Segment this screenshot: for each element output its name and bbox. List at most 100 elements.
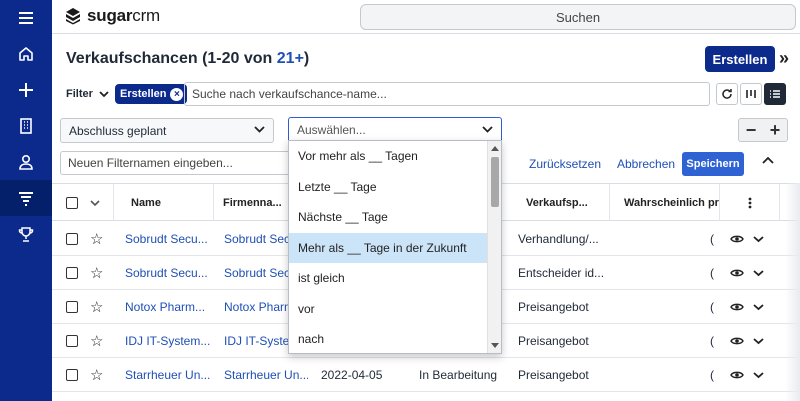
sugar-cube-icon — [66, 8, 80, 25]
filter-name-input[interactable]: Neuen Filternamen eingeben... — [60, 151, 290, 175]
probability-cell: ( — [710, 232, 714, 246]
scroll-fade — [785, 183, 800, 401]
preview-eye-icon[interactable] — [730, 324, 744, 358]
sales-stage-cell: Entscheider id... — [518, 266, 605, 280]
create-button[interactable]: Erstellen — [705, 46, 775, 72]
chevron-down-icon — [254, 126, 265, 133]
favorite-star-icon[interactable]: ☆ — [90, 324, 103, 358]
field-select[interactable]: Abschluss geplant — [60, 118, 274, 143]
opportunity-name-link[interactable]: IDJ IT-System... — [125, 324, 210, 358]
opportunity-name-link[interactable]: Starrheuer Un... — [125, 358, 210, 392]
column-header-sales-stage[interactable]: Verkaufsp... — [510, 184, 610, 221]
probability-cell: ( — [710, 334, 714, 348]
dropdown-option[interactable]: Mehr als __ Tage in der Zukunft — [289, 232, 487, 263]
building-icon[interactable] — [0, 108, 52, 144]
home-icon[interactable] — [0, 36, 52, 72]
search-input[interactable]: Suche nach verkaufschance-name... — [184, 82, 710, 106]
expand-panel-icon[interactable]: » — [779, 48, 789, 69]
cancel-link[interactable]: Abbrechen — [617, 157, 675, 171]
row-checkbox-cell — [66, 324, 78, 358]
column-header-name[interactable]: Name — [114, 184, 214, 221]
table-row[interactable]: ☆ Starrheuer Un... Starrheuer Un... 2022… — [52, 358, 800, 392]
opportunity-name-link[interactable]: Notox Pharm... — [125, 290, 210, 324]
preview-eye-icon[interactable] — [730, 256, 744, 290]
sales-stage-cell: Preisangebot — [518, 300, 589, 314]
dropdown-scrollbar[interactable] — [487, 141, 501, 353]
status-cell: In Bearbeitung — [419, 368, 498, 382]
row-actions-chevron-down-icon[interactable] — [753, 290, 764, 324]
plus-icon[interactable] — [0, 72, 52, 108]
page-title: Verkaufschancen (1-20 von 21+) — [66, 50, 310, 67]
row-checkbox[interactable] — [66, 267, 78, 279]
opportunity-name-link[interactable]: Sobrudt Secu... — [125, 222, 210, 256]
probability-cell: ( — [710, 300, 714, 314]
chevron-down-icon — [99, 91, 109, 98]
row-actions-chevron-down-icon[interactable] — [753, 324, 764, 358]
favorite-star-icon[interactable]: ☆ — [90, 290, 103, 324]
row-checkbox[interactable] — [66, 369, 78, 381]
top-bar: sugarcrm Suchen — [52, 0, 800, 34]
sales-stage-cell: Verhandlung/... — [518, 232, 599, 246]
dropdown-option[interactable]: nach — [289, 324, 487, 353]
favorite-star-icon[interactable]: ☆ — [90, 256, 103, 290]
scrollbar-thumb[interactable] — [491, 157, 499, 207]
select-all-checkbox[interactable] — [66, 196, 78, 209]
reset-link[interactable]: Zurücksetzen — [529, 157, 601, 171]
preview-eye-icon[interactable] — [730, 290, 744, 324]
row-checkbox-cell — [66, 222, 78, 256]
probability-cell: ( — [710, 368, 714, 382]
column-header-probability[interactable]: Wahrscheinlich pro — [610, 184, 720, 221]
remove-filter-row-button[interactable]: − — [739, 119, 763, 141]
row-checkbox[interactable] — [66, 335, 78, 347]
probability-cell: ( — [710, 266, 714, 280]
row-checkbox[interactable] — [66, 233, 78, 245]
dropdown-option[interactable]: Vor mehr als __ Tagen — [289, 141, 487, 172]
preview-eye-icon[interactable] — [730, 358, 744, 392]
row-checkbox-cell — [66, 256, 78, 290]
close-date-cell: 2022-04-05 — [321, 368, 383, 382]
trophy-icon[interactable] — [0, 216, 52, 252]
close-icon[interactable]: × — [170, 87, 184, 101]
operator-dropdown-list: Vor mehr als __ Tagen Letzte __ Tage Nächs… — [288, 140, 502, 354]
chevron-up-icon[interactable] — [762, 156, 774, 165]
dropdown-option[interactable]: Nächste __ Tage — [289, 202, 487, 233]
row-checkbox[interactable] — [66, 301, 78, 313]
refresh-icon[interactable] — [716, 83, 738, 105]
chevron-down-icon[interactable] — [90, 199, 100, 207]
row-checkbox-cell — [66, 358, 78, 392]
filter-row-controls: − + — [738, 118, 788, 142]
sugarcrm-logo[interactable]: sugarcrm — [64, 6, 160, 26]
row-checkbox-cell — [66, 290, 78, 324]
filter-pill[interactable]: Erstellen × — [115, 84, 188, 104]
user-icon[interactable] — [0, 144, 52, 180]
menu-icon[interactable] — [0, 0, 52, 36]
logo-text: sugarcrm — [87, 6, 161, 25]
row-actions-chevron-down-icon[interactable] — [753, 222, 764, 256]
record-count[interactable]: 21+ — [277, 50, 304, 67]
favorite-star-icon[interactable]: ☆ — [90, 358, 103, 392]
sales-stage-cell: Preisangebot — [518, 334, 589, 348]
save-filter-button[interactable]: Speichern — [682, 152, 744, 176]
add-filter-row-button[interactable]: + — [763, 119, 787, 141]
opportunities-filter-icon[interactable] — [0, 180, 52, 216]
column-view-icon[interactable] — [740, 83, 762, 105]
dropdown-option[interactable]: ist gleich — [289, 263, 487, 294]
sales-stage-cell: Preisangebot — [518, 368, 589, 382]
account-name-link[interactable]: Starrheuer Un... — [224, 358, 308, 392]
preview-eye-icon[interactable] — [730, 222, 744, 256]
scroll-down-icon[interactable] — [491, 343, 499, 348]
favorite-star-icon[interactable]: ☆ — [90, 222, 103, 256]
scroll-up-icon[interactable] — [491, 146, 499, 151]
dropdown-option[interactable]: vor — [289, 294, 487, 325]
list-view-icon[interactable] — [764, 83, 786, 105]
row-actions-chevron-down-icon[interactable] — [753, 358, 764, 392]
select-all-cell — [52, 184, 114, 221]
dropdown-option[interactable]: Letzte __ Tage — [289, 172, 487, 203]
opportunity-name-link[interactable]: Sobrudt Secu... — [125, 256, 210, 290]
filter-dropdown[interactable]: Filter — [66, 88, 109, 100]
row-actions-chevron-down-icon[interactable] — [753, 256, 764, 290]
sidebar — [0, 0, 52, 401]
column-settings-icon[interactable] — [720, 184, 780, 221]
global-search-input[interactable]: Suchen — [360, 4, 796, 30]
chevron-down-icon — [482, 126, 493, 133]
